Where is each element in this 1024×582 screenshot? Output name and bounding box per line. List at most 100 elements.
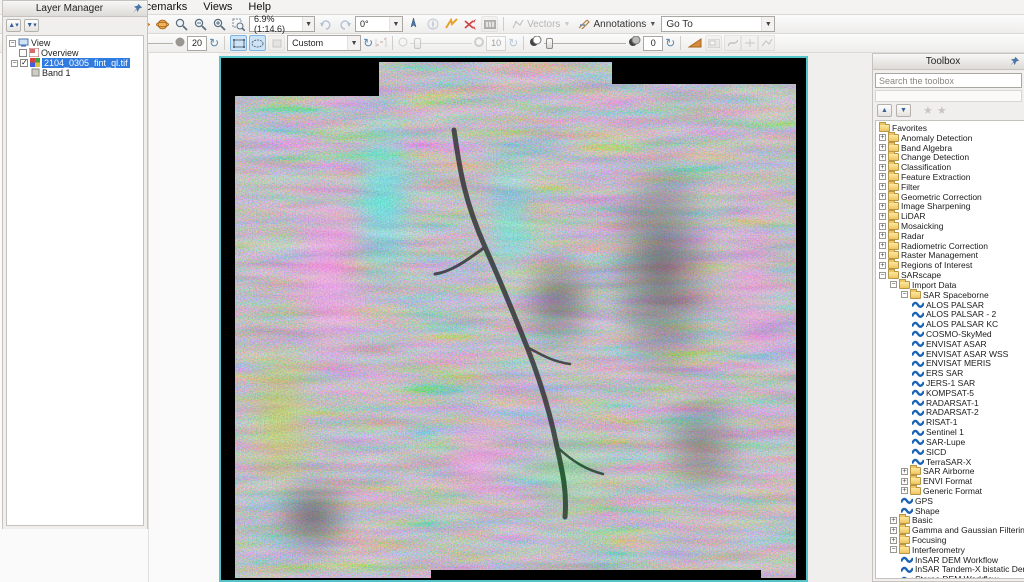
toolbox-tree-item[interactable]: Stereo DEM Workflow [876,574,1024,579]
add-favorite-star-icon[interactable]: ★ [923,104,933,117]
north-arrow-icon[interactable] [405,16,422,32]
rotate-left-icon[interactable] [317,16,334,32]
toolbox-tree-item[interactable]: ENVISAT ASAR [876,339,1024,349]
expand-all-button[interactable]: ▼ [896,104,911,117]
toolbox-tree-item[interactable]: + LiDAR [876,211,1024,221]
toolbox-tree-item[interactable]: + Generic Format [876,486,1024,496]
profile-spectral-button[interactable] [724,35,741,51]
toolbox-tree-item[interactable]: + Change Detection [876,152,1024,162]
transparency-reset-icon[interactable]: ↻ [665,37,675,49]
toolbox-tree-item[interactable]: − SAR Spaceborne [876,290,1024,300]
interferogram-raster[interactable] [235,62,796,578]
toolbox-tree-item[interactable]: + Regions of Interest [876,260,1024,270]
color-ramp-icon[interactable] [686,35,703,51]
orbit-icon[interactable] [154,16,171,32]
pin-icon[interactable] [132,3,143,14]
expander-icon[interactable]: + [879,213,886,220]
toolbox-tree-item[interactable]: InSAR DEM Workflow [876,555,1024,565]
compass-icon[interactable] [424,16,441,32]
expander-icon[interactable]: + [879,173,886,180]
collapse-icon[interactable]: − [9,40,16,47]
transparency-slider[interactable] [544,36,626,50]
toolbox-tree-item[interactable]: + Image Sharpening [876,202,1024,212]
profile-vertical-button[interactable] [758,35,775,51]
toolbox-tree-item[interactable]: − Import Data [876,280,1024,290]
toolbox-tree-item[interactable]: RADARSAT-1 [876,398,1024,408]
toolbox-tree-item[interactable]: + Radiometric Correction [876,241,1024,251]
pin-icon[interactable] [1009,56,1020,67]
expander-icon[interactable]: + [901,478,908,485]
tree-node-band[interactable]: Band 1 [9,68,143,78]
expander-icon[interactable]: + [901,468,908,475]
toolbox-tree-item[interactable]: RISAT-1 [876,417,1024,427]
tree-node-view[interactable]: − View [9,38,143,48]
goto-input[interactable] [666,19,756,30]
stretch-type-combo[interactable]: Custom▼ [287,35,361,51]
expander-icon[interactable]: + [879,164,886,171]
expander-icon[interactable]: + [879,252,886,259]
transparency-value[interactable]: 0 [643,36,663,51]
toolbox-header[interactable]: Toolbox [873,54,1024,70]
stretch-lock-button[interactable] [268,35,285,51]
toolbox-tree-item[interactable]: + Radar [876,231,1024,241]
toolbox-tree-item[interactable]: + Band Algebra [876,143,1024,153]
image-view[interactable] [219,56,808,582]
toolbox-tree-item[interactable]: RADARSAT-2 [876,408,1024,418]
zoom-icon[interactable] [173,16,190,32]
raster-checkbox[interactable] [20,59,28,67]
expander-icon[interactable]: + [879,144,886,151]
toolbox-tree-item[interactable]: TerraSAR-X [876,457,1024,467]
expander-icon[interactable]: + [879,262,886,269]
toolbox-tree-item[interactable]: ERS SAR [876,368,1024,378]
expander-icon[interactable]: + [879,242,886,249]
contrast-value[interactable]: 20 [187,36,207,51]
tree-node-overview[interactable]: Overview [9,48,143,58]
swipe-arrows-icon[interactable] [462,16,479,32]
expander-icon[interactable]: + [879,223,886,230]
sharpen-reset-icon[interactable]: ↻ [508,37,518,49]
sharpen-slider[interactable] [410,36,472,50]
overview-toggle-icon[interactable] [705,35,722,51]
remove-favorite-star-icon[interactable]: ★ [937,104,947,117]
rotation-combo[interactable]: 0°▼ [355,16,403,32]
zoom-box-icon[interactable] [230,16,247,32]
toolbox-tree-item[interactable]: + Feature Extraction [876,172,1024,182]
toolbox-tree-item[interactable]: SAR-Lupe [876,437,1024,447]
portal-icon[interactable] [481,16,498,32]
toolbox-tree-item[interactable]: + Anomaly Detection [876,133,1024,143]
profile-horizontal-button[interactable] [741,35,758,51]
toolbox-tree-item[interactable]: + Raster Management [876,251,1024,261]
vectors-menu-button[interactable]: Vectors ▼ [509,16,573,32]
toolbox-tree-item[interactable]: + Classification [876,162,1024,172]
expander-icon[interactable]: + [890,537,897,544]
expander-icon[interactable]: − [890,281,897,288]
stretch-reset-icon[interactable]: ↻ [363,37,373,49]
flicker-icon[interactable] [443,16,460,32]
menu-item[interactable]: Views [195,0,240,14]
toolbox-tree-item[interactable]: ENVISAT ASAR WSS [876,349,1024,359]
expander-icon[interactable]: + [879,193,886,200]
expander-icon[interactable]: − [901,291,908,298]
overview-checkbox[interactable] [19,49,27,57]
expand-all-button[interactable]: ▼▾ [24,19,39,32]
expander-icon[interactable]: − [890,546,897,553]
expander-icon[interactable]: + [879,134,886,141]
annotations-menu-button[interactable]: Annotations ▼ [575,16,659,32]
rotate-right-icon[interactable] [336,16,353,32]
stretch-extent-button[interactable] [230,35,247,51]
toolbox-tree-item[interactable]: ALOS PALSAR - 2 [876,309,1024,319]
collapse-all-button[interactable]: ▲▾ [6,19,21,32]
toolbox-tree-item[interactable]: + Filter [876,182,1024,192]
toolbox-search[interactable] [875,73,1022,88]
goto-combo[interactable]: ▼ [661,16,775,32]
toolbox-tree-item[interactable]: + SAR Airborne [876,466,1024,476]
expander-icon[interactable]: − [879,272,886,279]
collapse-icon[interactable]: − [11,60,18,67]
toolbox-tree-item[interactable]: ENVISAT MERIS [876,359,1024,369]
expander-icon[interactable]: + [879,154,886,161]
toolbox-tree-item[interactable]: − Interferometry [876,545,1024,555]
expander-icon[interactable]: + [879,232,886,239]
layer-manager-header[interactable]: Layer Manager [3,1,147,17]
toolbox-tree-item[interactable]: KOMPSAT-5 [876,388,1024,398]
toolbox-tree-item[interactable]: ALOS PALSAR [876,300,1024,310]
